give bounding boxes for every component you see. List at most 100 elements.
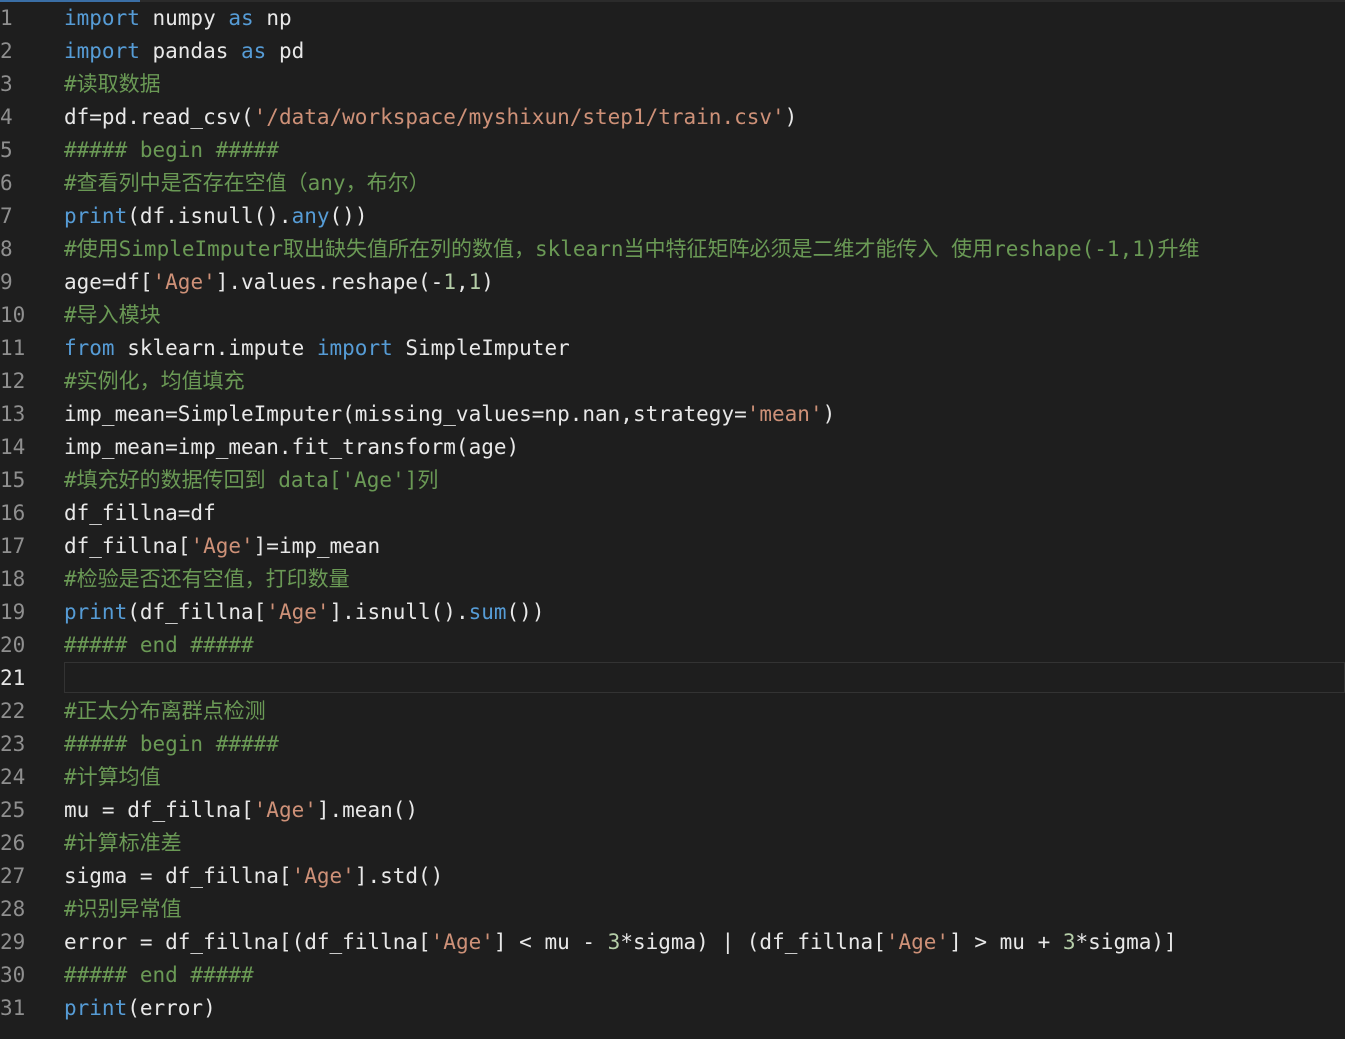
code-text: print(df_fillna['Age'].isnull().sum()) bbox=[64, 596, 544, 629]
code-line[interactable]: 8 #使用SimpleImputer取出缺失值所在列的数值，sklearn当中特征… bbox=[0, 233, 1345, 266]
line-number: 13 bbox=[0, 402, 26, 426]
code-text: df_fillna=df bbox=[64, 497, 216, 530]
code-line[interactable]: 11 from sklearn.impute import SimpleImput… bbox=[0, 332, 1345, 365]
code-token: as bbox=[241, 39, 267, 63]
code-line[interactable]: 20 ##### end ##### bbox=[0, 629, 1345, 662]
code-line[interactable]: 23 ##### begin ##### bbox=[0, 728, 1345, 761]
code-line[interactable]: 21 bbox=[0, 662, 1345, 695]
code-text: error = df_fillna[(df_fillna['Age'] < mu… bbox=[64, 926, 1177, 959]
code-line[interactable]: 9 age=df['Age'].values.reshape(-1,1) bbox=[0, 266, 1345, 299]
line-number: 23 bbox=[0, 732, 26, 756]
code-line[interactable]: 1 import numpy as np bbox=[0, 2, 1345, 35]
line-number: 15 bbox=[0, 468, 26, 492]
code-token: df_fillna[ bbox=[64, 534, 191, 558]
code-token: print bbox=[64, 204, 128, 228]
code-token: 1 bbox=[468, 270, 482, 294]
code-token: ) bbox=[481, 270, 494, 294]
code-token: ##### begin ##### bbox=[64, 138, 279, 162]
code-token: 'Age' bbox=[291, 864, 355, 888]
line-number: 18 bbox=[0, 567, 26, 591]
line-number: 4 bbox=[0, 105, 13, 129]
code-text: ##### begin ##### bbox=[64, 728, 279, 761]
line-number: 27 bbox=[0, 864, 26, 888]
code-editor[interactable]: 1 import numpy as np 2 import pandas as pd 3… bbox=[0, 2, 1345, 1039]
code-text: mu = df_fillna['Age'].mean() bbox=[64, 794, 418, 827]
code-line[interactable]: 5 ##### begin ##### bbox=[0, 134, 1345, 167]
line-number: 8 bbox=[0, 237, 13, 261]
code-line[interactable]: 31 print(error) bbox=[0, 992, 1345, 1025]
code-token: any bbox=[291, 204, 330, 228]
code-line[interactable]: 6 #查看列中是否存在空值（any，布尔） bbox=[0, 167, 1345, 200]
code-token: SimpleImputer bbox=[392, 336, 570, 360]
code-text: #查看列中是否存在空值（any，布尔） bbox=[64, 167, 430, 200]
code-token: print bbox=[64, 996, 128, 1020]
code-text: #使用SimpleImputer取出缺失值所在列的数值，sklearn当中特征矩… bbox=[64, 233, 1200, 266]
line-number: 9 bbox=[0, 270, 13, 294]
code-token: *sigma) | (df_fillna[ bbox=[620, 930, 886, 954]
code-line[interactable]: 2 import pandas as pd bbox=[0, 35, 1345, 68]
code-text: age=df['Age'].values.reshape(-1,1) bbox=[64, 266, 494, 299]
code-line[interactable]: 7 print(df.isnull().any()) bbox=[0, 200, 1345, 233]
code-token: as bbox=[228, 6, 254, 30]
code-line[interactable]: 14 imp_mean=imp_mean.fit_transform(age) bbox=[0, 431, 1345, 464]
code-line[interactable]: 12 #实例化，均值填充 bbox=[0, 365, 1345, 398]
code-line[interactable]: 27 sigma = df_fillna['Age'].std() bbox=[0, 860, 1345, 893]
code-line[interactable]: 4 df=pd.read_csv('/data/workspace/myshixu… bbox=[0, 101, 1345, 134]
code-token: from bbox=[64, 336, 115, 360]
code-token: #填充好的数据传回到 data['Age']列 bbox=[64, 468, 439, 492]
code-token: ) bbox=[784, 105, 798, 129]
code-token: sum bbox=[468, 600, 507, 624]
code-line[interactable]: 29 error = df_fillna[(df_fillna['Age'] < … bbox=[0, 926, 1345, 959]
code-token: *sigma)] bbox=[1075, 930, 1177, 954]
code-text: imp_mean=SimpleImputer(missing_values=np… bbox=[64, 398, 835, 431]
code-token: 'mean' bbox=[746, 402, 823, 426]
code-line[interactable]: 3 #读取数据 bbox=[0, 68, 1345, 101]
code-token: 'Age' bbox=[885, 930, 950, 954]
code-line[interactable]: 30 ##### end ##### bbox=[0, 959, 1345, 992]
code-line[interactable]: 15 #填充好的数据传回到 data['Age']列 bbox=[0, 464, 1345, 497]
code-token: np bbox=[253, 6, 292, 30]
code-token: #实例化，均值填充 bbox=[64, 369, 245, 393]
code-text: ##### end ##### bbox=[64, 629, 254, 662]
line-number: 22 bbox=[0, 699, 26, 723]
code-token: ].mean() bbox=[316, 798, 419, 822]
code-token: 3 bbox=[607, 930, 621, 954]
code-text: print(df.isnull().any()) bbox=[64, 200, 367, 233]
code-text: sigma = df_fillna['Age'].std() bbox=[64, 860, 443, 893]
code-line[interactable]: 24 #计算均值 bbox=[0, 761, 1345, 794]
code-text: #导入模块 bbox=[64, 299, 161, 332]
code-text: imp_mean=imp_mean.fit_transform(age) bbox=[64, 431, 519, 464]
code-text: import pandas as pd bbox=[64, 35, 304, 68]
code-line[interactable]: 17 df_fillna['Age']=imp_mean bbox=[0, 530, 1345, 563]
code-token: import bbox=[64, 6, 140, 30]
code-line[interactable]: 10 #导入模块 bbox=[0, 299, 1345, 332]
code-token: sklearn.impute bbox=[114, 336, 317, 360]
line-number: 17 bbox=[0, 534, 26, 558]
code-token: ]=imp_mean bbox=[253, 534, 381, 558]
code-token: (df_fillna[ bbox=[127, 600, 267, 624]
code-token: #查看列中是否存在空值（any，布尔） bbox=[64, 171, 430, 195]
code-token: import bbox=[316, 336, 393, 360]
code-token: sigma = df_fillna[ bbox=[64, 864, 292, 888]
code-line[interactable]: 18 #检验是否还有空值，打印数量 bbox=[0, 563, 1345, 596]
code-token: '/data/workspace/myshixun/step1/train.cs… bbox=[253, 105, 785, 129]
code-line[interactable]: 28 #识别异常值 bbox=[0, 893, 1345, 926]
line-number: 14 bbox=[0, 435, 26, 459]
line-number: 2 bbox=[0, 39, 13, 63]
code-line[interactable]: 26 #计算标准差 bbox=[0, 827, 1345, 860]
code-line[interactable]: 13 imp_mean=SimpleImputer(missing_values=… bbox=[0, 398, 1345, 431]
code-line[interactable]: 19 print(df_fillna['Age'].isnull().sum()) bbox=[0, 596, 1345, 629]
code-text: ##### begin ##### bbox=[64, 134, 279, 167]
code-token: age=df[ bbox=[64, 270, 153, 294]
code-line[interactable]: 16 df_fillna=df bbox=[0, 497, 1345, 530]
code-line[interactable]: 22 #正太分布离群点检测 bbox=[0, 695, 1345, 728]
code-text: print(error) bbox=[64, 992, 216, 1025]
code-text: #检验是否还有空值，打印数量 bbox=[64, 563, 350, 596]
code-token: ] > mu + bbox=[949, 930, 1063, 954]
line-number: 16 bbox=[0, 501, 26, 525]
code-line[interactable]: 25 mu = df_fillna['Age'].mean() bbox=[0, 794, 1345, 827]
code-token: 1 bbox=[443, 270, 456, 294]
line-number: 6 bbox=[0, 171, 13, 195]
code-token: imp_mean=imp_mean.fit_transform(age) bbox=[64, 435, 520, 459]
code-token: pandas bbox=[139, 39, 242, 63]
